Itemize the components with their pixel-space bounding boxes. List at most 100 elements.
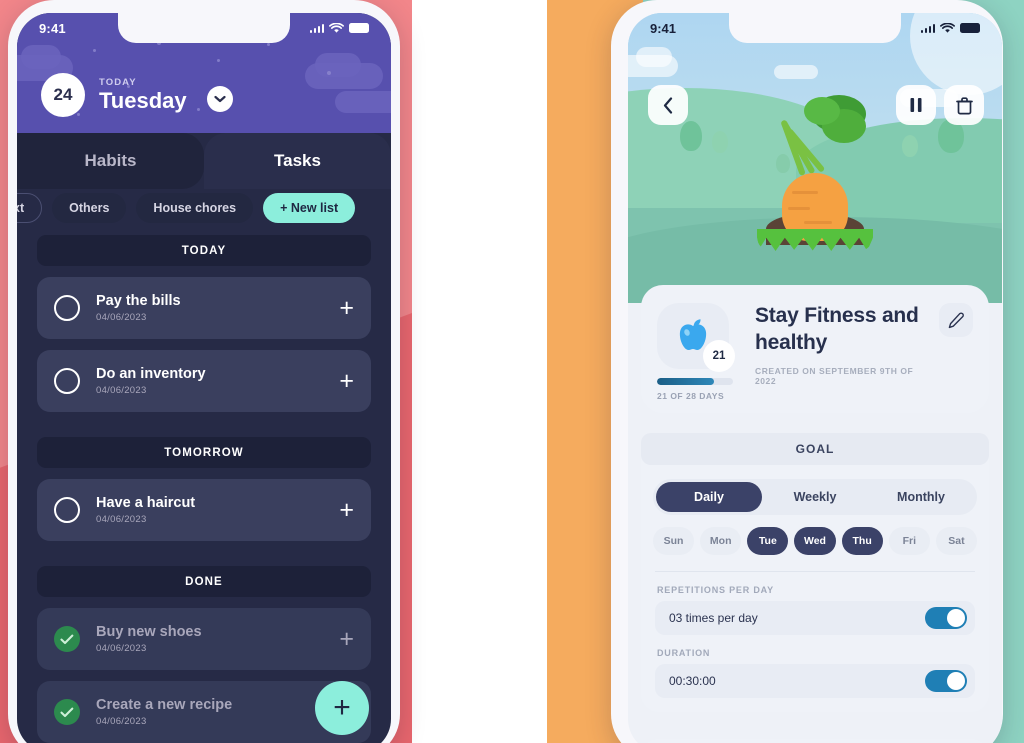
- task-text-block: Pay the bills 04/06/2023: [96, 293, 339, 323]
- task-list: TODAY Pay the bills 04/06/2023 + Do an i…: [17, 235, 391, 743]
- task-checkbox[interactable]: [54, 368, 80, 394]
- day-mon[interactable]: Mon: [700, 527, 742, 555]
- repetitions-toggle[interactable]: [925, 607, 967, 629]
- day-fri[interactable]: Fri: [888, 527, 930, 555]
- toggle-knob: [947, 609, 965, 627]
- tab-tasks[interactable]: Tasks: [204, 133, 391, 189]
- chip-next[interactable]: xt: [17, 193, 43, 223]
- weekday-selector: Sun Mon Tue Wed Thu Fri Sat: [641, 515, 989, 555]
- edit-habit-button[interactable]: [939, 303, 973, 337]
- frequency-weekly[interactable]: Weekly: [762, 482, 868, 512]
- frequency-segmented-control: Daily Weekly Monthly: [653, 479, 977, 515]
- back-button[interactable]: [648, 85, 688, 125]
- habit-icon-container: 21: [657, 303, 735, 372]
- date-header-row[interactable]: 24 TODAY Tuesday: [41, 73, 233, 117]
- duration-field[interactable]: 00:30:00: [655, 664, 975, 698]
- chip-house-chores[interactable]: House chores: [136, 193, 254, 223]
- task-title: Buy new shoes: [96, 624, 202, 640]
- plus-icon[interactable]: +: [339, 626, 354, 652]
- table-row[interactable]: Do an inventory 04/06/2023 +: [37, 350, 371, 412]
- chip-new-list[interactable]: + New list: [263, 193, 356, 223]
- task-checkbox-checked[interactable]: [54, 626, 80, 652]
- toggle-knob: [947, 672, 965, 690]
- day-thu[interactable]: Thu: [841, 527, 883, 555]
- delete-button[interactable]: [944, 85, 984, 125]
- repetitions-label: REPETITIONS PER DAY: [657, 585, 774, 595]
- plus-icon[interactable]: +: [339, 368, 354, 394]
- section-header-done: DONE: [37, 566, 371, 597]
- table-row[interactable]: Buy new shoes 04/06/2023 +: [37, 608, 371, 670]
- task-checkbox[interactable]: [54, 497, 80, 523]
- leaf-top-shape: [804, 97, 840, 125]
- chevron-down-icon: [214, 95, 226, 103]
- carrot-detail: [804, 221, 832, 224]
- time-of-day-card[interactable]: TIME OF THE DAY: [641, 739, 989, 743]
- habit-icon-block: 21 21 OF 28 DAYS: [657, 303, 741, 401]
- duration-label: DURATION: [657, 648, 711, 658]
- task-text-block: Do an inventory 04/06/2023: [96, 366, 339, 396]
- add-task-fab[interactable]: +: [315, 681, 369, 735]
- chevron-left-icon: [663, 96, 673, 114]
- battery-icon: [960, 23, 980, 33]
- check-icon: [60, 707, 74, 717]
- streak-badge: 21: [703, 340, 735, 372]
- carrot-detail: [792, 191, 818, 194]
- goal-section-header: GOAL: [641, 433, 989, 465]
- habit-progress-bar: [657, 378, 733, 385]
- status-icon-group: [920, 22, 980, 34]
- plus-icon[interactable]: +: [339, 295, 354, 321]
- tab-habits[interactable]: Habits: [17, 133, 204, 189]
- task-title: Have a haircut: [96, 495, 196, 511]
- star-dot: [327, 71, 331, 75]
- goal-card: GOAL Daily Weekly Monthly Sun Mon Tue We…: [641, 433, 989, 712]
- signal-icon: [309, 23, 324, 33]
- task-text-block: Have a haircut 04/06/2023: [96, 495, 339, 525]
- date-text-block: TODAY Tuesday: [99, 77, 187, 112]
- section-header-today: TODAY: [37, 235, 371, 266]
- habit-progress-fill: [657, 378, 714, 385]
- cloud-shape: [315, 53, 361, 77]
- pause-icon: [910, 98, 922, 112]
- habit-illustration: [628, 13, 1002, 303]
- habit-created-label: CREATED ON SEPTEMBER 9TH OF 2022: [755, 365, 914, 386]
- star-dot: [217, 59, 220, 62]
- day-name-label: Tuesday: [99, 88, 187, 114]
- date-expand-button[interactable]: [206, 86, 233, 112]
- habit-progress-label: 21 OF 28 DAYS: [657, 391, 725, 401]
- repetitions-field[interactable]: 03 times per day: [655, 601, 975, 635]
- task-date: 04/06/2023: [96, 514, 147, 525]
- cloud-shape: [636, 47, 672, 67]
- star-dot: [93, 49, 96, 52]
- day-wed[interactable]: Wed: [794, 527, 836, 555]
- table-row[interactable]: Pay the bills 04/06/2023 +: [37, 277, 371, 339]
- day-tue[interactable]: Tue: [747, 527, 789, 555]
- battery-icon: [349, 23, 369, 33]
- task-checkbox[interactable]: [54, 295, 80, 321]
- signal-icon: [920, 23, 935, 33]
- plus-icon[interactable]: +: [339, 497, 354, 523]
- tree-icon: [902, 135, 918, 157]
- day-sat[interactable]: Sat: [935, 527, 977, 555]
- pause-button[interactable]: [896, 85, 936, 125]
- tab-bar: Habits Tasks: [17, 133, 391, 189]
- left-status-bar: 9:41: [17, 13, 391, 43]
- check-icon: [60, 634, 74, 644]
- task-checkbox-checked[interactable]: [54, 699, 80, 725]
- status-time: 9:41: [650, 20, 677, 36]
- habit-summary-card: 21 21 OF 28 DAYS Stay Fitness and health…: [641, 285, 989, 413]
- frequency-daily[interactable]: Daily: [656, 482, 762, 512]
- habit-header-row: 21 21 OF 28 DAYS Stay Fitness and health…: [657, 303, 973, 401]
- chip-others[interactable]: Others: [52, 193, 127, 223]
- frequency-monthly[interactable]: Monthly: [868, 482, 974, 512]
- status-icon-group: [309, 22, 369, 34]
- trash-icon: [955, 96, 973, 114]
- right-status-bar: 9:41: [628, 13, 1002, 43]
- table-row[interactable]: Have a haircut 04/06/2023 +: [37, 479, 371, 541]
- duration-value: 00:30:00: [669, 674, 716, 688]
- screenshot-stage: 9:41 24 TODAY Tuesday Habits Tasks t Oth…: [0, 0, 1024, 743]
- status-time: 9:41: [39, 20, 66, 36]
- day-sun[interactable]: Sun: [653, 527, 695, 555]
- duration-toggle[interactable]: [925, 670, 967, 692]
- repetitions-value: 03 times per day: [669, 611, 758, 625]
